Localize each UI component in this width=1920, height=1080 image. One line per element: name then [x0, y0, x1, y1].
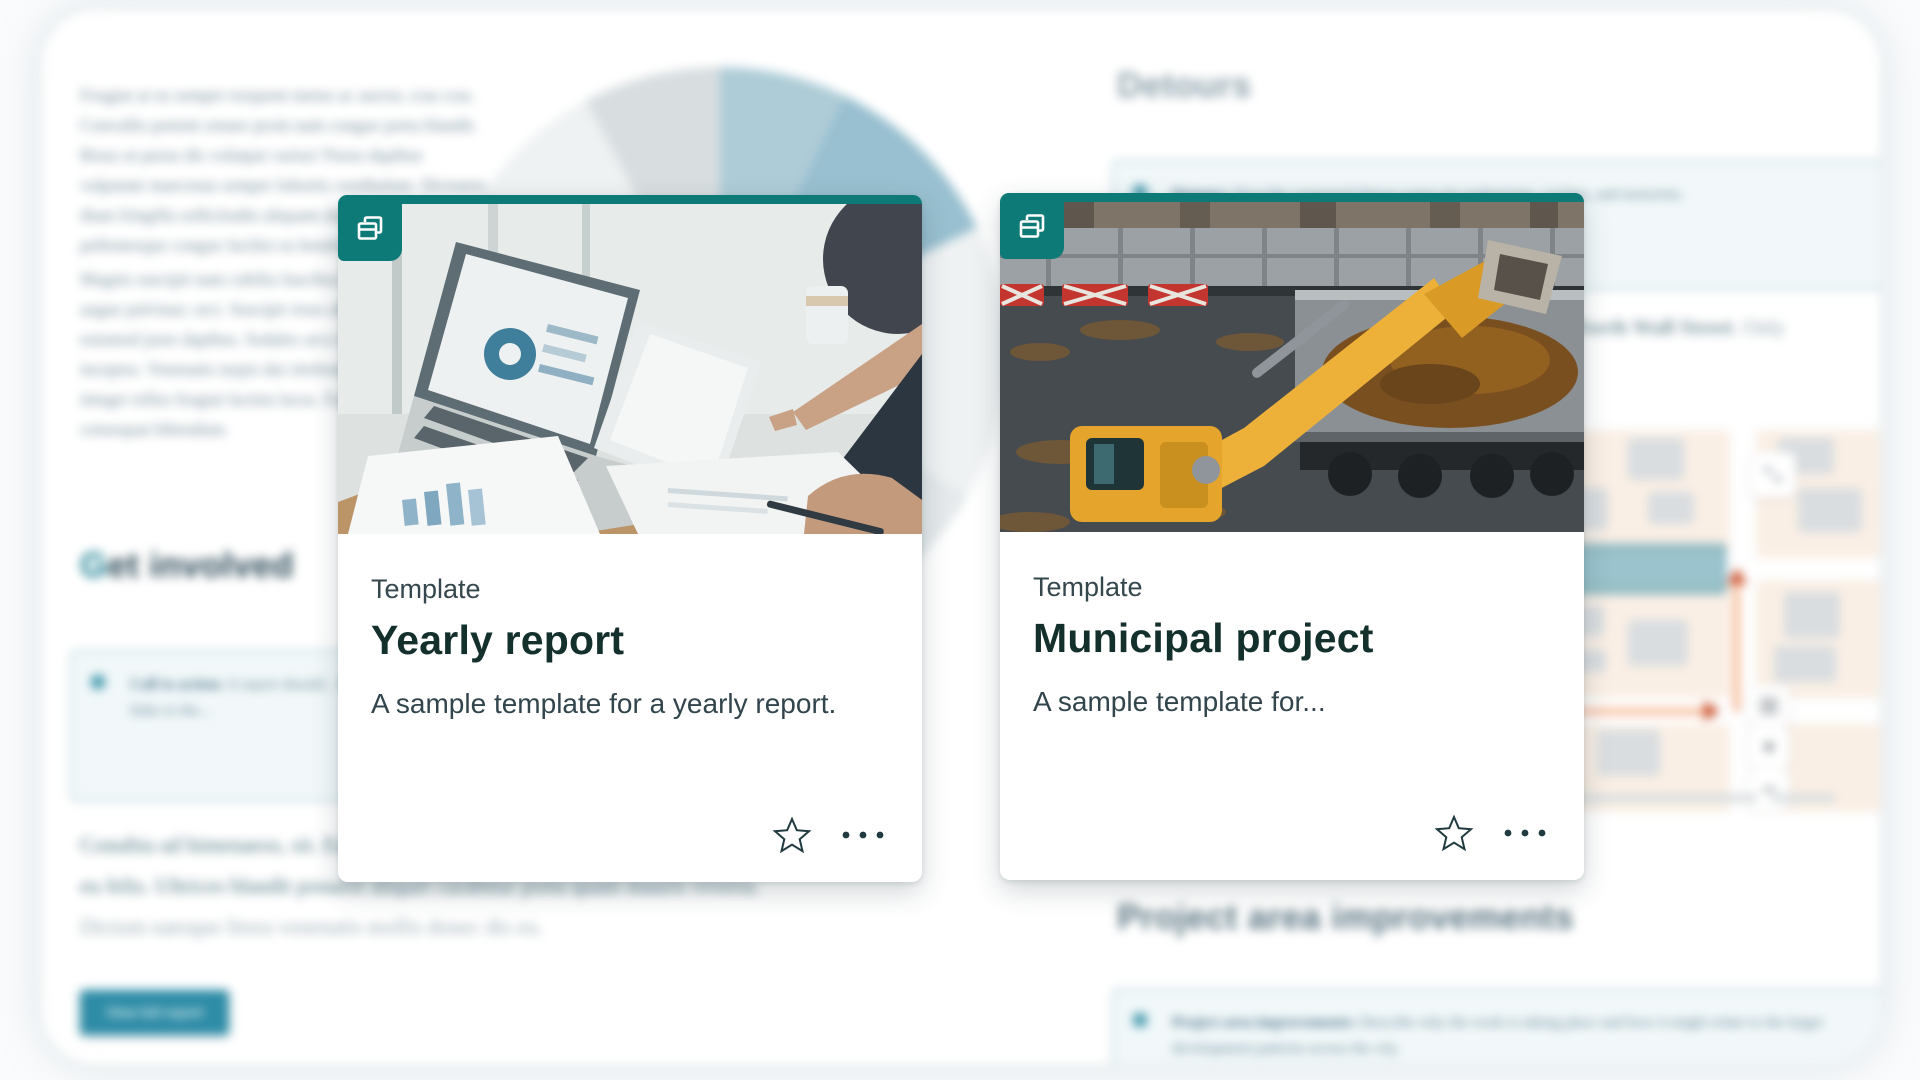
project-area-callout: Project area improvements: Describe why … [1112, 988, 1882, 1066]
template-copy-icon [338, 195, 402, 261]
street-text-fragment: North Wall Street. Only [1574, 315, 1786, 340]
card-thumbnail-construction-photo [1000, 202, 1584, 532]
favorite-star-button[interactable] [772, 815, 812, 855]
map-layers-button [1750, 452, 1796, 498]
map-attribution [1770, 794, 1836, 802]
detours-heading: Detours [1117, 66, 1251, 106]
bullet-icon [1134, 1014, 1146, 1026]
star-outline-icon [1434, 813, 1474, 853]
ellipsis-icon [1502, 828, 1548, 838]
route-arrow-icon [1704, 701, 1720, 721]
card-accent-bar [338, 195, 922, 204]
bullet-icon [92, 676, 104, 688]
card-label: Template [1033, 572, 1548, 603]
template-card-municipal-project[interactable]: Template Municipal project A sample temp… [1000, 193, 1584, 880]
blurred-background: Feugiat at eu semper torquent metus ac a… [0, 0, 1920, 1080]
template-copy-icon [1000, 193, 1064, 259]
get-involved-heading: Get involved [80, 546, 294, 586]
map-detour-route [1734, 582, 1739, 712]
map-home-button [1748, 685, 1790, 727]
favorite-star-button[interactable] [1434, 813, 1474, 853]
view-full-report-button: View full report [80, 990, 229, 1035]
card-description: A sample template for... [1033, 686, 1548, 718]
card-title: Yearly report [371, 617, 886, 664]
card-thumbnail-office-photo [338, 204, 922, 534]
more-options-button[interactable] [1502, 828, 1548, 838]
map-street [1756, 558, 1882, 580]
card-description: A sample template for a yearly report. [371, 688, 886, 720]
star-outline-icon [772, 815, 812, 855]
card-label: Template [371, 574, 886, 605]
report-page: Feugiat at eu semper torquent metus ac a… [40, 8, 1882, 1066]
card-title: Municipal project [1033, 615, 1548, 662]
ellipsis-icon [840, 830, 886, 840]
more-options-button[interactable] [840, 830, 886, 840]
map-zoom-out-button: − [1748, 769, 1790, 811]
template-card-yearly-report[interactable]: Template Yearly report A sample template… [338, 195, 922, 882]
project-area-heading: Project area improvements [1117, 898, 1574, 938]
map-zoom-in-button: + [1748, 727, 1790, 769]
card-accent-bar [1000, 193, 1584, 202]
route-arrow-icon [1727, 568, 1747, 584]
